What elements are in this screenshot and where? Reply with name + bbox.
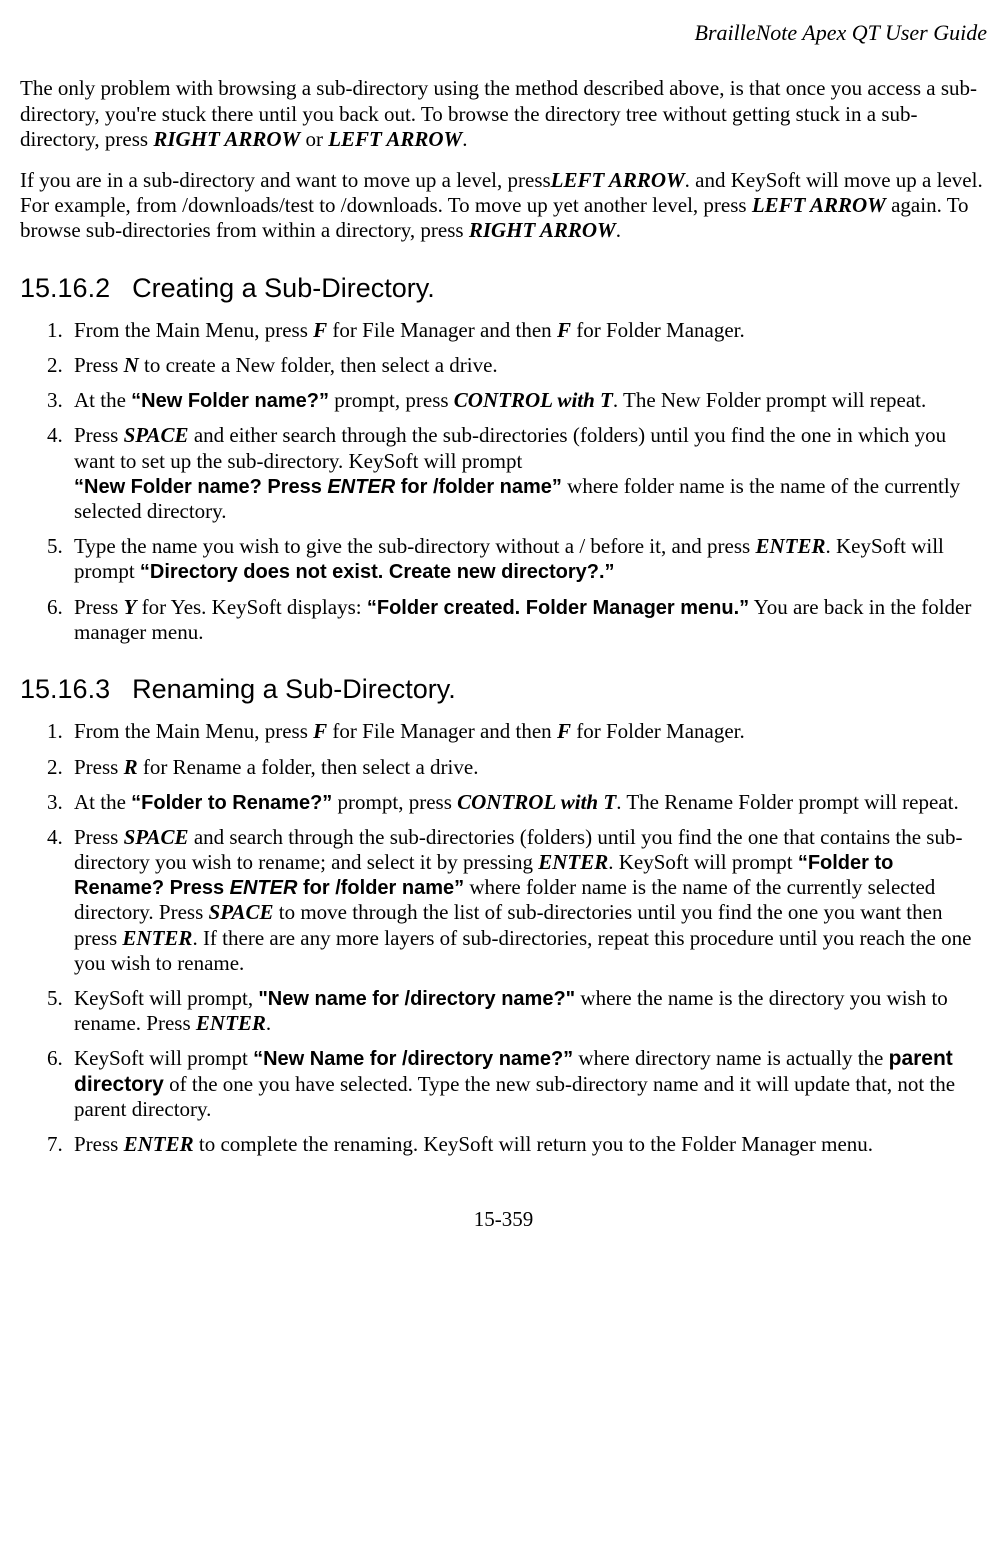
list-item: From the Main Menu, press F for File Man…	[68, 318, 987, 343]
key-left-arrow: LEFT ARROW	[551, 168, 685, 192]
text: for Yes. KeySoft displays:	[136, 595, 366, 619]
key-left-arrow: LEFT ARROW	[752, 193, 886, 217]
text: .	[462, 127, 467, 151]
key-space: SPACE	[124, 423, 189, 447]
text: From the Main Menu, press	[74, 719, 313, 743]
prompt-text: for /folder name”	[395, 476, 562, 498]
text: . KeySoft will prompt	[608, 850, 798, 874]
list-item: KeySoft will prompt “New Name for /direc…	[68, 1046, 987, 1122]
section-number: 15.16.3	[20, 674, 110, 704]
creating-steps-list: From the Main Menu, press F for File Man…	[20, 318, 987, 645]
text: If you are in a sub-directory and want t…	[20, 168, 551, 192]
list-item: Press SPACE and search through the sub-d…	[68, 825, 987, 976]
key-y: Y	[124, 595, 137, 619]
section-heading-renaming: 15.16.3 Renaming a Sub-Directory.	[20, 673, 987, 705]
text: of the one you have selected. Type the n…	[74, 1072, 955, 1121]
text: . The Rename Folder prompt will repeat.	[616, 790, 959, 814]
list-item: Press SPACE and either search through th…	[68, 423, 987, 524]
key-enter: ENTER	[196, 1011, 266, 1035]
text: to create a New folder, then select a dr…	[139, 353, 498, 377]
prompt-text: “New Name for /directory name?”	[253, 1048, 573, 1070]
list-item: At the “New Folder name?” prompt, press …	[68, 388, 987, 413]
prompt-text: for /folder name”	[297, 877, 464, 899]
text: .	[266, 1011, 271, 1035]
prompt-text: "New name for /directory name?"	[258, 988, 575, 1010]
key-r: R	[124, 755, 138, 779]
prompt-text: “Directory does not exist. Create new di…	[140, 561, 615, 583]
key-n: N	[124, 353, 139, 377]
text: KeySoft will prompt,	[74, 986, 258, 1010]
text: for Folder Manager.	[571, 318, 745, 342]
list-item: Press ENTER to complete the renaming. Ke…	[68, 1132, 987, 1157]
key-enter: ENTER	[327, 476, 395, 498]
key-enter: ENTER	[230, 877, 298, 899]
key-f: F	[313, 318, 327, 342]
list-item: From the Main Menu, press F for File Man…	[68, 719, 987, 744]
text: for Rename a folder, then select a drive…	[138, 755, 479, 779]
text: for Folder Manager.	[571, 719, 745, 743]
text: for File Manager and then	[327, 719, 557, 743]
key-enter: ENTER	[122, 926, 192, 950]
text: . The New Folder prompt will repeat.	[613, 388, 926, 412]
list-item: Press Y for Yes. KeySoft displays: “Fold…	[68, 595, 987, 645]
prompt-text: “Folder to Rename?”	[131, 792, 332, 814]
prompt-text: “Folder created. Folder Manager menu.”	[367, 597, 749, 619]
renaming-steps-list: From the Main Menu, press F for File Man…	[20, 719, 987, 1157]
text: for File Manager and then	[327, 318, 557, 342]
page-header: BrailleNote Apex QT User Guide	[20, 20, 987, 46]
text: Press	[74, 755, 124, 779]
key-right-arrow: RIGHT ARROW	[469, 218, 616, 242]
key-control-t: CONTROL with T	[457, 790, 616, 814]
section-title: Renaming a Sub-Directory.	[132, 674, 456, 704]
key-f: F	[557, 719, 571, 743]
intro-paragraph-1: The only problem with browsing a sub-dir…	[20, 76, 987, 152]
key-control-t: CONTROL with T	[454, 388, 613, 412]
section-heading-creating: 15.16.2 Creating a Sub-Directory.	[20, 272, 987, 304]
key-left-arrow: LEFT ARROW	[328, 127, 462, 151]
text: Type the name you wish to give the sub-d…	[74, 534, 755, 558]
list-item: Press N to create a New folder, then sel…	[68, 353, 987, 378]
text: or	[300, 127, 328, 151]
key-enter: ENTER	[538, 850, 608, 874]
text: At the	[74, 790, 131, 814]
list-item: At the “Folder to Rename?” prompt, press…	[68, 790, 987, 815]
key-enter: ENTER	[124, 1132, 194, 1156]
text: KeySoft will prompt	[74, 1046, 253, 1070]
text: Press	[74, 423, 124, 447]
prompt-text: “New Folder name?”	[131, 390, 329, 412]
section-number: 15.16.2	[20, 273, 110, 303]
text: From the Main Menu, press	[74, 318, 313, 342]
key-enter: ENTER	[755, 534, 825, 558]
text: . If there are any more layers of sub-di…	[74, 926, 971, 975]
key-f: F	[313, 719, 327, 743]
list-item: Type the name you wish to give the sub-d…	[68, 534, 987, 584]
text: Press	[74, 825, 124, 849]
intro-paragraph-2: If you are in a sub-directory and want t…	[20, 168, 987, 244]
text: to complete the renaming. KeySoft will r…	[194, 1132, 873, 1156]
text: Press	[74, 1132, 124, 1156]
list-item: KeySoft will prompt, "New name for /dire…	[68, 986, 987, 1036]
page-number: 15-359	[20, 1207, 987, 1232]
prompt-text: “New Folder name? Press	[74, 476, 327, 498]
text: Press	[74, 595, 124, 619]
list-item: Press R for Rename a folder, then select…	[68, 755, 987, 780]
key-right-arrow: RIGHT ARROW	[153, 127, 300, 151]
text: and either search through the sub-direct…	[74, 423, 946, 472]
text: Press	[74, 353, 124, 377]
key-f: F	[557, 318, 571, 342]
text: prompt, press	[332, 790, 457, 814]
text: .	[616, 218, 621, 242]
key-space: SPACE	[209, 900, 274, 924]
key-space: SPACE	[124, 825, 189, 849]
text: prompt, press	[329, 388, 454, 412]
section-title: Creating a Sub-Directory.	[132, 273, 435, 303]
text: where directory name is actually the	[573, 1046, 888, 1070]
text: At the	[74, 388, 131, 412]
